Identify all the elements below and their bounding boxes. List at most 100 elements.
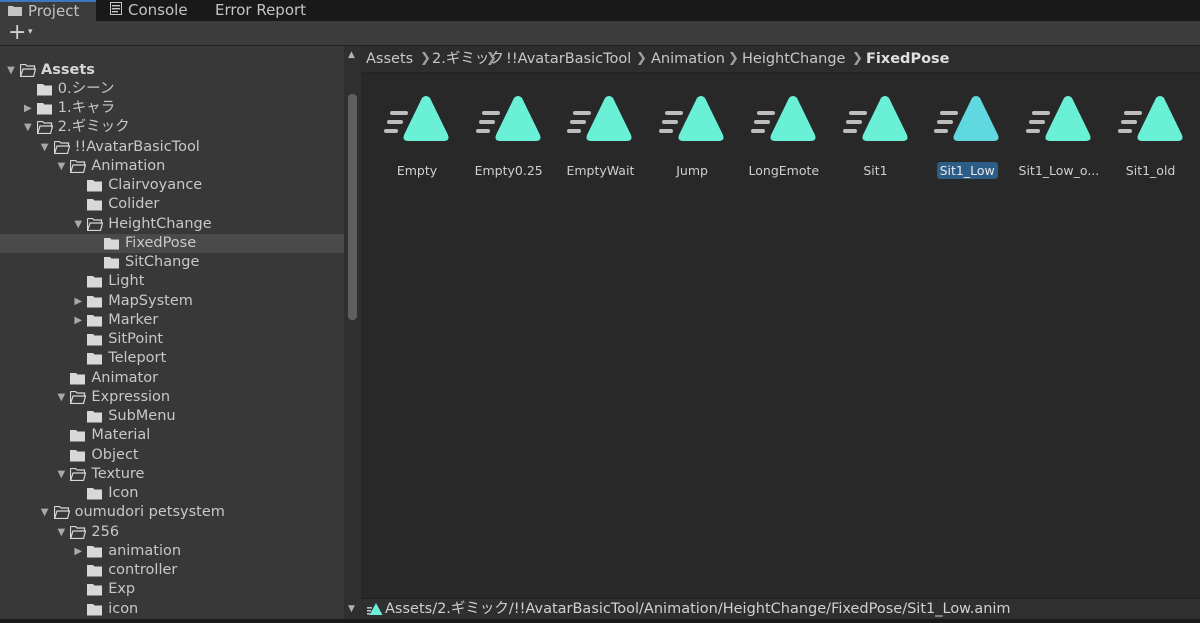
scroll-down-icon[interactable]: ▼ [348,604,355,614]
asset-name-wrap: Empty [367,163,467,178]
asset-name-wrap: Sit1 [826,163,926,178]
tree-item-label: Animation [91,157,166,174]
tree-item[interactable]: ▼ 2.ギミック [0,118,344,137]
animation-clip-icon [367,602,383,620]
asset-name: Empty [396,163,438,178]
folder-open-icon [70,467,87,481]
tree-item[interactable]: ▶ Marker [0,311,344,330]
tree-item[interactable]: ▼ HeightChange [0,215,344,234]
tree-item[interactable]: ▶ MapSystem [0,292,344,311]
expand-arrow-closed-icon[interactable]: ▶ [22,99,34,118]
folder-icon [104,256,120,269]
folder-icon [70,429,86,442]
tab-label: Error Report [215,1,307,19]
breadcrumb-item[interactable]: Animation [651,46,725,72]
tree-item[interactable]: SitChange [0,253,344,272]
tree-item-label: 1.キャラ [57,100,116,116]
tree-item[interactable]: Teleport [0,349,344,368]
folder-tree: ▼ Assets 0.シーン ▶ 1.キャラ ▼ 2.ギミック ▼ !!AvatarBasicT… [0,46,344,623]
folder-icon [87,295,103,308]
tab-bar: Project Console Error Report [0,0,1200,21]
breadcrumb-item[interactable]: Assets [366,46,413,72]
asset-tile[interactable]: Sit1_Low [917,73,1017,193]
tree-item[interactable]: Material [0,426,344,445]
breadcrumb-item[interactable]: HeightChange [742,46,845,72]
tree-item[interactable]: ▼ 256 [0,523,344,542]
tree-item[interactable]: SitPoint [0,330,344,349]
asset-tile[interactable]: Sit1_old [1101,73,1200,193]
asset-tile[interactable]: Empty0.25 [459,73,559,193]
tab-project[interactable]: Project [0,0,96,21]
asset-name-wrap: Jump [642,163,742,178]
folder-icon [36,83,53,96]
asset-grid: Empty Empty0.25 EmptyWait Jump LongEmote Sit1… [361,73,1200,598]
tree-scrollbar[interactable]: ▲ ▼ [344,46,361,623]
folder-icon [87,487,103,500]
tree-item[interactable]: ▼ oumudori petsystem [0,503,344,522]
expand-arrow-open-icon[interactable]: ▼ [22,118,34,137]
tree-item[interactable]: 0.シーン [0,80,344,99]
tree-item[interactable]: ▼ Assets [0,61,344,80]
tree-item[interactable]: icon [0,600,344,619]
tree-item-label: SitPoint [108,331,164,347]
tree-item-label: Animator [91,369,159,386]
tree-item[interactable]: Clairvoyance [0,176,344,195]
tree-item[interactable]: Icon [0,484,344,503]
folder-icon [87,352,103,365]
tree-item[interactable]: SubMenu [0,407,344,426]
tree-item[interactable]: ▼ !!AvatarBasicTool [0,138,344,157]
tab-console[interactable]: Console [110,0,200,21]
tree-item[interactable]: FixedPose [0,233,344,253]
breadcrumb-item[interactable]: FixedPose [866,46,950,72]
tree-item-label: Exp [108,581,136,598]
folder-open-icon [70,525,87,539]
folder-open-icon [19,63,37,77]
expand-arrow-open-icon[interactable]: ▼ [5,61,17,80]
asset-tile[interactable]: Sit1_Low_o... [1009,73,1109,193]
tree-item-label: HeightChange [108,215,212,232]
asset-name-wrap: LongEmote [734,163,834,178]
create-asset-button[interactable]: + ▾ [6,20,40,45]
asset-name: Sit1_Low [936,162,998,179]
asset-name: Sit1 [863,163,888,178]
expand-arrow-closed-icon[interactable]: ▶ [72,292,84,311]
tree-item[interactable]: ▼ Expression [0,388,344,407]
tree-item[interactable]: ▼ Animation [0,157,344,176]
asset-tile[interactable]: Jump [642,73,742,193]
asset-name-wrap: EmptyWait [550,163,650,178]
expand-arrow-open-icon[interactable]: ▼ [39,138,51,157]
tree-item[interactable]: Light [0,272,344,291]
asset-tile[interactable]: LongEmote [734,73,834,193]
tree-item[interactable]: Exp [0,580,344,599]
tree-item[interactable]: ▶ 1.キャラ [0,99,344,118]
folder-icon [87,583,103,596]
tree-item[interactable]: Colider [0,195,344,214]
expand-arrow-open-icon[interactable]: ▼ [55,523,67,542]
asset-tile[interactable]: Empty [367,73,467,193]
asset-tile[interactable]: Sit1 [826,73,926,193]
scroll-up-icon[interactable]: ▲ [348,50,355,60]
tree-item[interactable]: ▶ animation [0,542,344,561]
expand-arrow-closed-icon[interactable]: ▶ [72,542,84,561]
asset-tile[interactable]: EmptyWait [550,73,650,193]
expand-arrow-open-icon[interactable]: ▼ [55,157,67,176]
folder-icon [87,564,103,577]
expand-arrow-open-icon[interactable]: ▼ [39,503,51,522]
expand-arrow-open-icon[interactable]: ▼ [55,388,67,407]
selected-asset-path: Assets/2.ギミック/!!AvatarBasicTool/Animatio… [385,601,1011,617]
folder-icon [87,410,103,423]
expand-arrow-open-icon[interactable]: ▼ [72,215,84,234]
expand-arrow-open-icon[interactable]: ▼ [55,465,67,484]
tree-item-label: SubMenu [108,408,176,424]
tree-item[interactable]: Object [0,446,344,465]
caret-down-icon: ▾ [28,27,33,37]
tree-item-label: Clairvoyance [108,177,203,193]
expand-arrow-closed-icon[interactable]: ▶ [72,311,84,330]
tree-item-label: animation [108,542,182,559]
tree-item[interactable]: Animator [0,369,344,388]
breadcrumb-item[interactable]: !!AvatarBasicTool [506,46,631,72]
tab-error-report[interactable]: Error Report [215,0,315,21]
tree-item[interactable]: controller [0,561,344,580]
scrollbar-thumb[interactable] [348,94,357,320]
tree-item[interactable]: ▼ Texture [0,465,344,484]
